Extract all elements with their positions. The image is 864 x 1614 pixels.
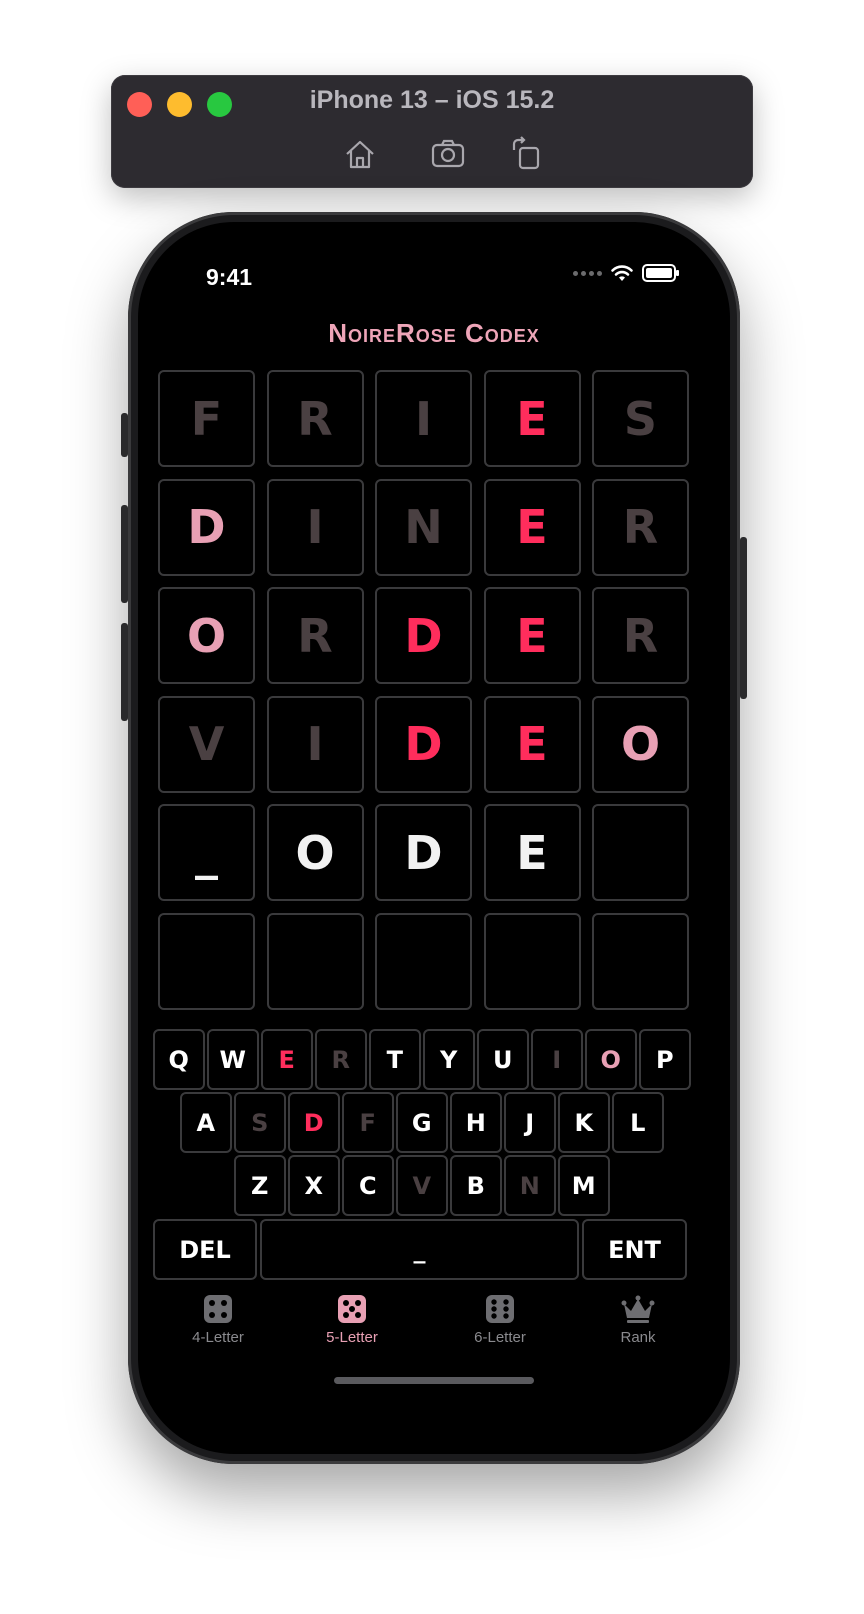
key-l[interactable]: L [612,1092,664,1153]
wifi-icon [611,265,633,281]
key-e[interactable]: E [261,1029,313,1090]
grid-cell [483,912,581,1010]
key-k[interactable]: K [558,1092,610,1153]
key-m[interactable]: M [558,1155,610,1216]
grid-cell: O [592,695,689,793]
screenshot-icon [431,139,465,168]
simulator-title: iPhone 13 – iOS 15.2 [309,86,555,114]
cellular-signal-icon [573,270,602,276]
grid-cell: D [158,478,255,576]
key-v[interactable]: V [396,1155,448,1216]
key-i[interactable]: I [531,1029,583,1090]
key-r[interactable]: R [315,1029,367,1090]
key-t[interactable]: T [369,1029,421,1090]
home-indicator [334,1377,534,1384]
grid-cell: S [592,370,689,467]
grid-cell: E [483,587,581,684]
key-s[interactable]: S [234,1092,286,1153]
tab-label: 4-Letter [192,1329,244,1346]
grid-cell: V [158,695,255,793]
key-c[interactable]: C [342,1155,394,1216]
grid-cell: N [375,478,472,576]
home-button[interactable] [342,136,378,172]
grid-cell: D [375,804,472,901]
rotate-button[interactable] [508,136,544,172]
key-f[interactable]: F [342,1092,394,1153]
grid-cell: _ [158,804,255,901]
rotate-icon [512,136,540,170]
tab-bar: 4-Letter 5-Letter 6-Letter Rank [138,1292,730,1362]
grid-cell [375,912,472,1010]
tab-6-letter[interactable]: 6-Letter [426,1292,574,1346]
dice-six-icon [486,1295,514,1323]
delete-key[interactable]: DEL [153,1219,257,1280]
key-h[interactable]: H [450,1092,502,1153]
grid-cell: I [266,478,364,576]
status-time: 9:41 [206,264,253,290]
phone-screen: 9:41 NoireRose Codex FRIESDINERORDERVIDE… [138,222,730,1454]
key-d[interactable]: D [288,1092,340,1153]
screenshot-button[interactable] [430,136,466,172]
grid-cell: R [266,587,364,684]
grid-cell [158,912,255,1010]
grid-cell [592,912,689,1010]
key-n[interactable]: N [504,1155,556,1216]
crown-icon [621,1295,655,1323]
key-q[interactable]: Q [153,1029,205,1090]
key-j[interactable]: J [504,1092,556,1153]
tab-label: 6-Letter [474,1329,526,1346]
grid-cell: D [375,587,472,684]
space-key[interactable]: _ [260,1219,579,1280]
grid-cell: R [266,370,364,467]
app-title: NoireRose Codex [328,318,540,348]
volume-down-button [121,623,128,721]
key-u[interactable]: U [477,1029,529,1090]
key-p[interactable]: P [639,1029,691,1090]
key-b[interactable]: B [450,1155,502,1216]
key-a[interactable]: A [180,1092,232,1153]
tab-label: Rank [620,1329,656,1346]
grid-cell: F [158,370,255,467]
grid-cell: O [158,587,255,684]
tab-4-letter[interactable]: 4-Letter [144,1292,292,1346]
tab-label: 5-Letter [326,1329,378,1346]
key-o[interactable]: O [585,1029,637,1090]
key-y[interactable]: Y [423,1029,475,1090]
dice-four-icon [204,1295,232,1323]
grid-cell: E [483,695,581,793]
tab-rank[interactable]: Rank [564,1292,712,1346]
grid-cell: R [592,587,689,684]
grid-cell: I [375,370,472,467]
grid-cell: D [375,695,472,793]
key-x[interactable]: X [288,1155,340,1216]
key-w[interactable]: W [207,1029,259,1090]
grid-cell: E [483,478,581,576]
key-z[interactable]: Z [234,1155,286,1216]
grid-cell: O [266,804,364,901]
status-indicators [573,264,679,282]
home-icon [346,140,374,169]
battery-icon [642,264,679,282]
enter-key[interactable]: ENT [582,1219,687,1280]
key-g[interactable]: G [396,1092,448,1153]
volume-up-button [121,505,128,603]
grid-cell: R [592,478,689,576]
dice-five-icon [338,1295,366,1323]
grid-cell [592,804,689,901]
grid-cell [266,912,364,1010]
grid-cell: E [483,804,581,901]
tab-5-letter[interactable]: 5-Letter [278,1292,426,1346]
grid-cell: I [266,695,364,793]
power-button [740,537,747,699]
mute-switch [121,413,128,457]
grid-cell: E [483,370,581,467]
